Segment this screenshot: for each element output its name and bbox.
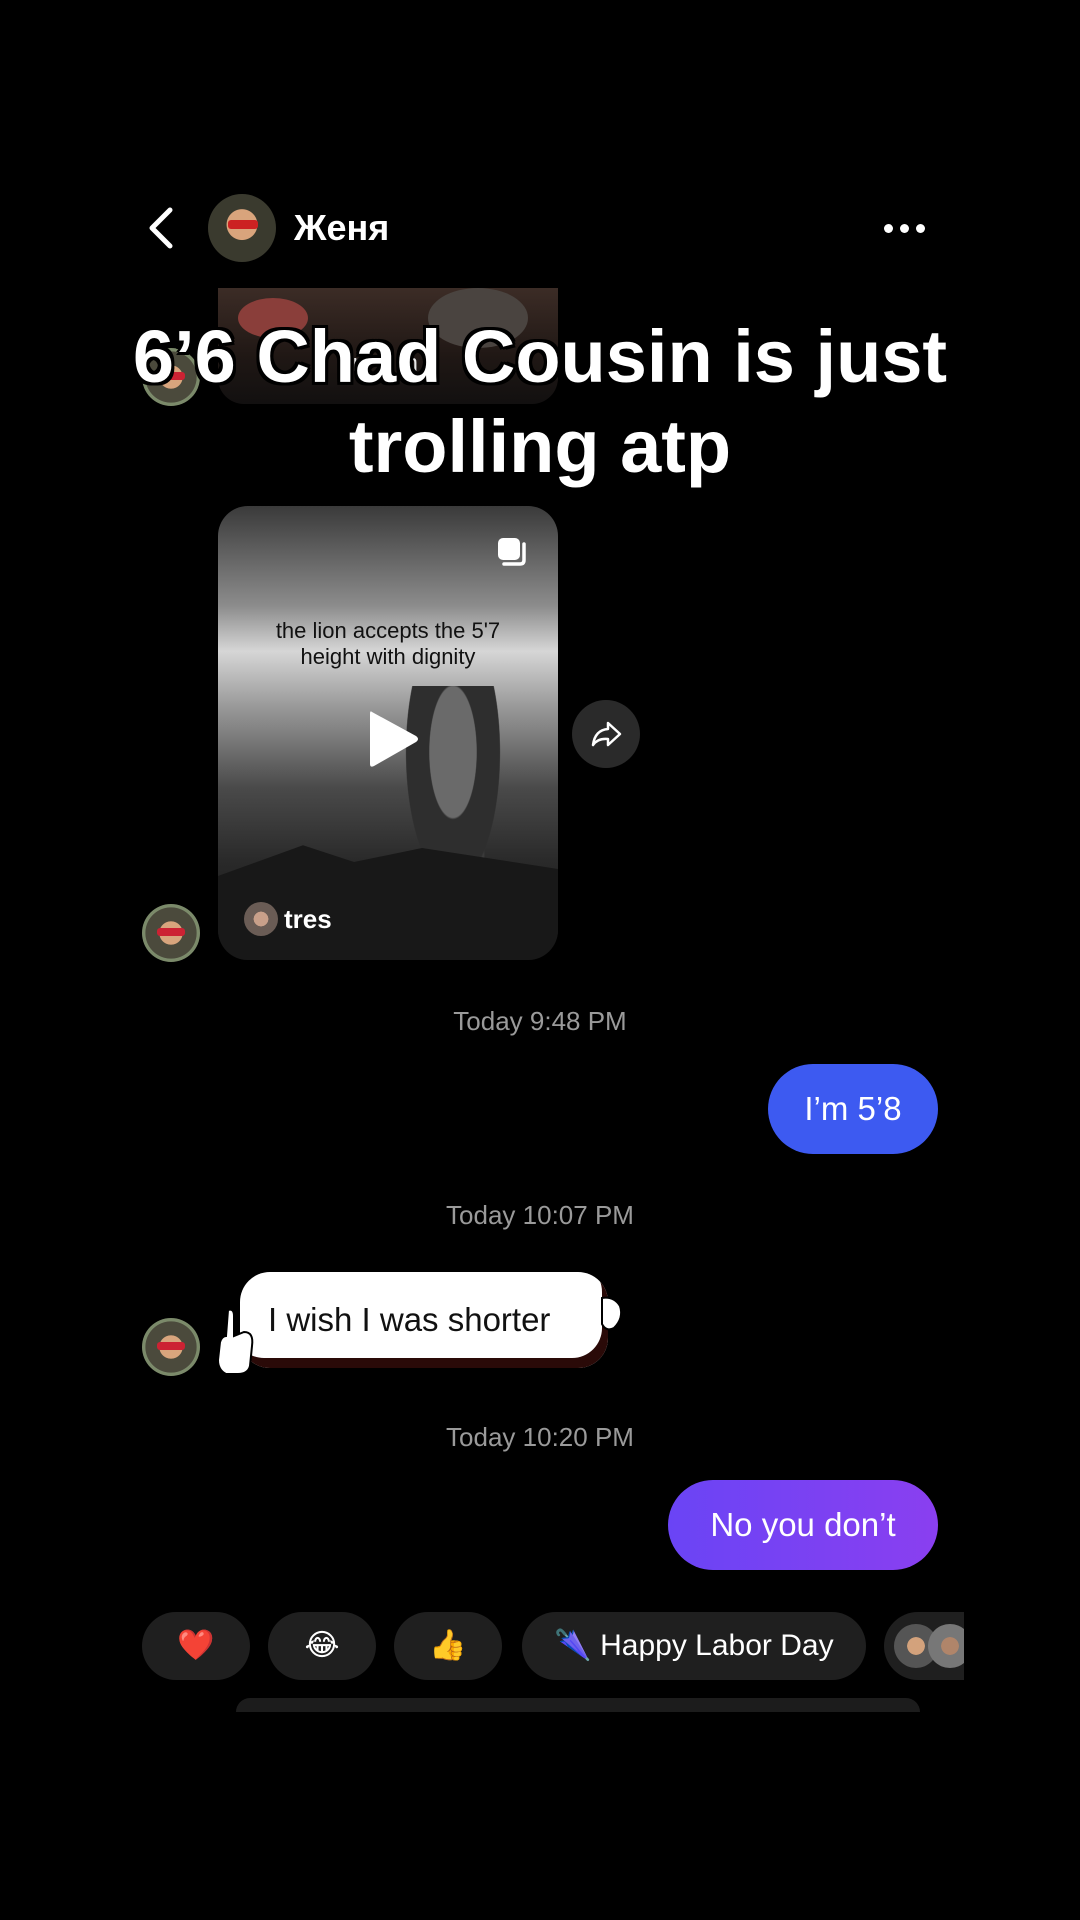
hand-sticker-icon bbox=[214, 1306, 258, 1376]
quick-reaction-thumbs[interactable]: 👍 bbox=[394, 1612, 502, 1680]
sender-avatar bbox=[142, 1318, 200, 1376]
message-timestamp: Today 10:20 PM bbox=[446, 1422, 634, 1452]
share-icon bbox=[591, 721, 622, 747]
message-timestamp: Today 9:48 PM bbox=[453, 1006, 627, 1036]
contact-avatar[interactable] bbox=[208, 194, 276, 262]
outgoing-message[interactable]: I’m 5’8 bbox=[768, 1064, 938, 1154]
video-user-avatar bbox=[244, 902, 278, 936]
thumbs-up-emoji: 👍 bbox=[429, 1629, 467, 1662]
sender-avatar bbox=[142, 904, 200, 962]
quick-reply-label: Happy Labor Day bbox=[600, 1629, 834, 1662]
quick-reply-labor-day[interactable]: 🌂 Happy Labor Day bbox=[522, 1612, 866, 1680]
laugh-emoji: 😂 bbox=[304, 1629, 340, 1662]
outgoing-message[interactable]: No you don’t bbox=[668, 1480, 938, 1570]
quick-reply-more[interactable] bbox=[884, 1612, 964, 1680]
share-button[interactable] bbox=[572, 700, 640, 768]
video-text-line-1: the lion accepts the 5'7 bbox=[275, 618, 501, 643]
shared-video-card[interactable]: the lion accepts the 5'7 height with dig… bbox=[218, 506, 558, 960]
incoming-message-text: I wish I was shorter bbox=[268, 1301, 551, 1338]
quick-reaction-laugh[interactable]: 😂 bbox=[268, 1612, 376, 1680]
quick-reaction-heart[interactable]: ❤️ bbox=[142, 1612, 250, 1680]
incoming-message[interactable]: I wish I was shorter bbox=[240, 1272, 608, 1368]
video-username[interactable]: tres bbox=[284, 904, 332, 935]
overlay-caption: 6’6 Chad Cousin is just trolling atp bbox=[0, 312, 1080, 492]
heart-emoji: ❤️ bbox=[177, 1629, 215, 1662]
avatar bbox=[928, 1624, 964, 1668]
more-options-icon[interactable] bbox=[880, 210, 928, 246]
video-text-line-2: height with dignity bbox=[300, 644, 476, 669]
message-input[interactable] bbox=[236, 1698, 920, 1712]
umbrella-emoji: 🌂 bbox=[554, 1629, 592, 1662]
contact-name[interactable]: Женя bbox=[294, 204, 389, 252]
caption-line-2: trolling atp bbox=[348, 405, 732, 488]
multi-post-icon bbox=[494, 534, 530, 570]
caption-line-1: 6’6 Chad Cousin is just bbox=[132, 315, 948, 398]
video-overlay-text: the lion accepts the 5'7 height with dig… bbox=[238, 618, 538, 670]
back-icon[interactable] bbox=[140, 200, 184, 256]
play-icon[interactable] bbox=[356, 704, 426, 774]
message-timestamp: Today 10:07 PM bbox=[446, 1200, 634, 1230]
hand-sticker-icon bbox=[596, 1294, 626, 1334]
